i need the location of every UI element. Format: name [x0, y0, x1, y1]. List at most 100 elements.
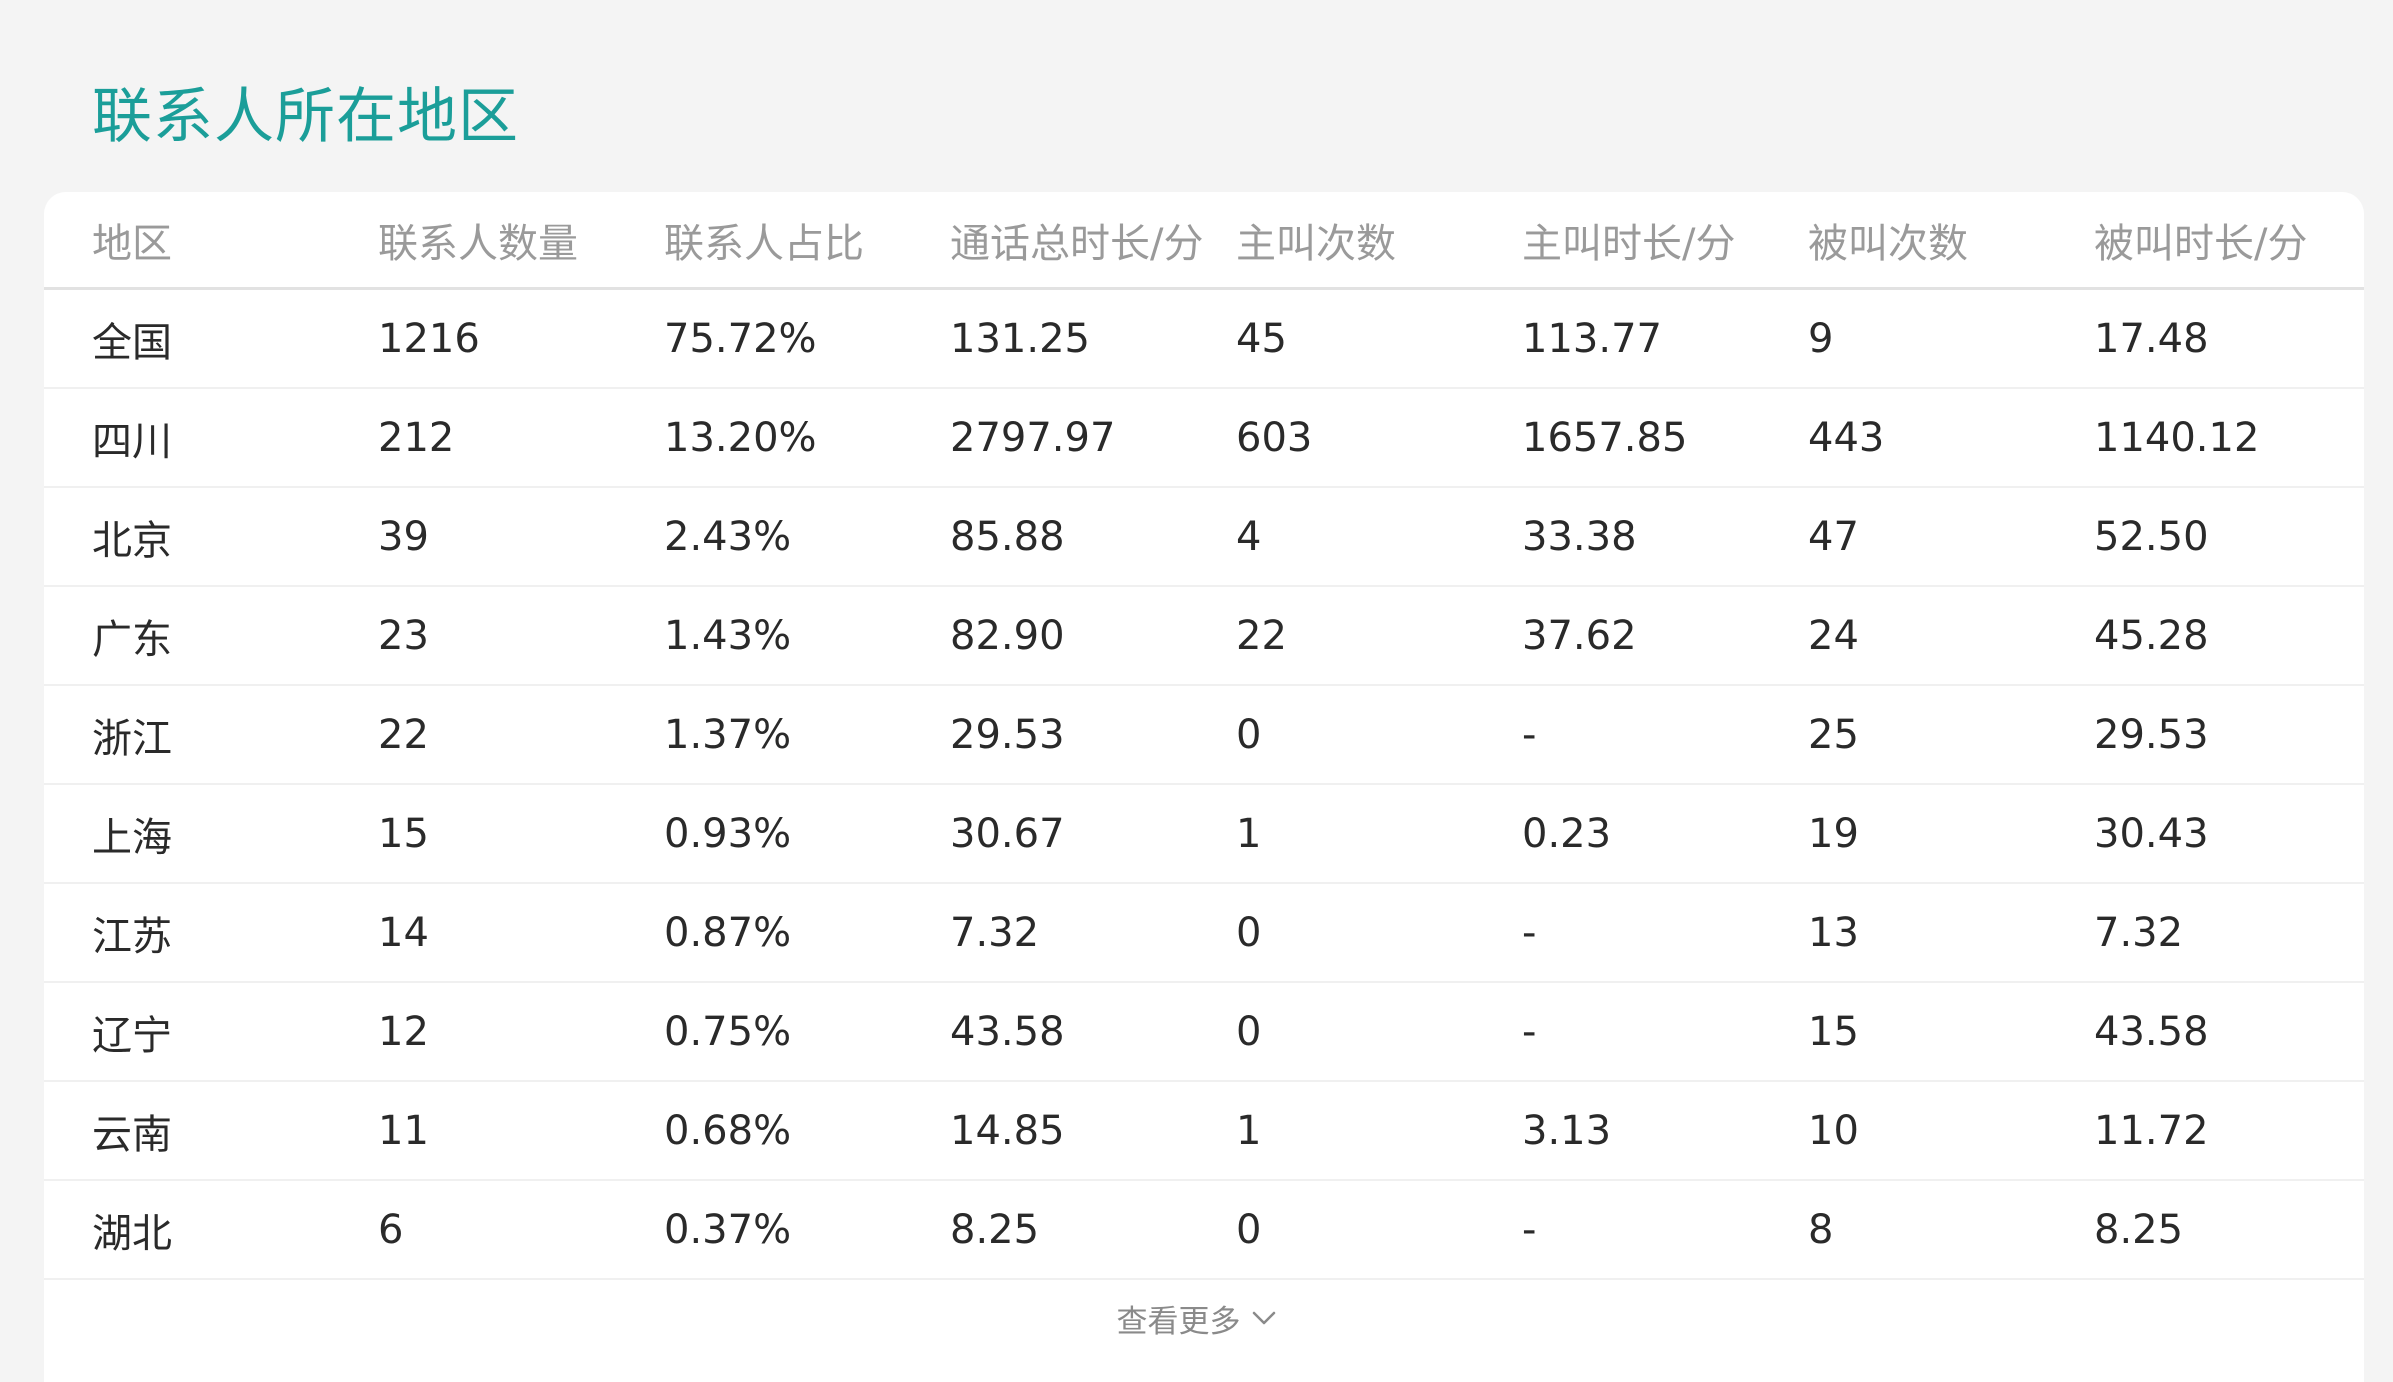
cell-outgoing-duration: -: [1522, 1008, 1537, 1055]
cell-contact-count: 39: [378, 513, 429, 560]
cell-outgoing-duration: -: [1522, 711, 1537, 758]
cell-incoming-count: 15: [1808, 1008, 1859, 1055]
cell-total-call-duration: 8.25: [950, 1206, 1040, 1253]
cell-outgoing-duration: 37.62: [1522, 612, 1637, 659]
cell-incoming-duration: 17.48: [2094, 315, 2209, 362]
cell-outgoing-duration: 0.23: [1522, 810, 1612, 857]
cell-region: 浙江: [92, 715, 172, 762]
region-table: 地区 联系人数量 联系人占比 通话总时长/分 主叫次数 主叫时长/分 被叫次数 …: [44, 192, 2364, 1382]
cell-region: 全国: [92, 319, 172, 366]
cell-incoming-count: 19: [1808, 810, 1859, 857]
column-header-region[interactable]: 地区: [92, 211, 172, 269]
column-header-incoming-duration[interactable]: 被叫时长/分: [2094, 211, 2307, 269]
cell-total-call-duration: 14.85: [950, 1107, 1065, 1154]
cell-contact-ratio: 2.43%: [664, 513, 792, 560]
cell-incoming-duration: 11.72: [2094, 1107, 2209, 1154]
cell-contact-count: 23: [378, 612, 429, 659]
table-row: 云南 11 0.68% 14.85 1 3.13 10 11.72: [44, 1082, 2364, 1181]
column-header-contact-count[interactable]: 联系人数量: [378, 211, 578, 269]
column-header-incoming-count[interactable]: 被叫次数: [1808, 211, 1968, 269]
cell-outgoing-duration: 33.38: [1522, 513, 1637, 560]
cell-total-call-duration: 82.90: [950, 612, 1065, 659]
cell-outgoing-count: 0: [1236, 909, 1262, 956]
cell-region: 湖北: [92, 1210, 172, 1257]
cell-outgoing-count: 4: [1236, 513, 1262, 560]
cell-incoming-count: 10: [1808, 1107, 1859, 1154]
cell-outgoing-count: 1: [1236, 810, 1262, 857]
cell-outgoing-count: 603: [1236, 414, 1313, 461]
cell-region: 北京: [92, 517, 172, 564]
column-header-total-call-duration[interactable]: 通话总时长/分: [950, 211, 1203, 269]
cell-region: 辽宁: [92, 1012, 172, 1059]
table-header: 地区 联系人数量 联系人占比 通话总时长/分 主叫次数 主叫时长/分 被叫次数 …: [44, 192, 2364, 290]
cell-outgoing-duration: 3.13: [1522, 1107, 1612, 1154]
cell-total-call-duration: 29.53: [950, 711, 1065, 758]
cell-outgoing-count: 45: [1236, 315, 1287, 362]
cell-region: 上海: [92, 814, 172, 861]
cell-total-call-duration: 30.67: [950, 810, 1065, 857]
chevron-down-icon: [1252, 1311, 1275, 1325]
cell-contact-ratio: 0.87%: [664, 909, 792, 956]
cell-outgoing-duration: 1657.85: [1522, 414, 1688, 461]
view-more-button[interactable]: 查看更多: [0, 1288, 2393, 1348]
table-row: 浙江 22 1.37% 29.53 0 - 25 29.53: [44, 686, 2364, 785]
page-title: 联系人所在地区: [92, 82, 519, 152]
cell-outgoing-count: 0: [1236, 1008, 1262, 1055]
table-row: 全国 1216 75.72% 131.25 45 113.77 9 17.48: [44, 290, 2364, 389]
table-row: 广东 23 1.43% 82.90 22 37.62 24 45.28: [44, 587, 2364, 686]
cell-incoming-count: 25: [1808, 711, 1859, 758]
cell-contact-ratio: 0.37%: [664, 1206, 792, 1253]
cell-region: 四川: [92, 418, 172, 465]
cell-incoming-count: 47: [1808, 513, 1859, 560]
cell-outgoing-duration: 113.77: [1522, 315, 1662, 362]
cell-outgoing-duration: -: [1522, 909, 1537, 956]
cell-contact-ratio: 75.72%: [664, 315, 817, 362]
cell-total-call-duration: 2797.97: [950, 414, 1116, 461]
cell-incoming-duration: 52.50: [2094, 513, 2209, 560]
cell-incoming-duration: 29.53: [2094, 711, 2209, 758]
cell-outgoing-count: 0: [1236, 711, 1262, 758]
cell-incoming-count: 13: [1808, 909, 1859, 956]
cell-contact-count: 1216: [378, 315, 480, 362]
table-row: 北京 39 2.43% 85.88 4 33.38 47 52.50: [44, 488, 2364, 587]
cell-incoming-count: 9: [1808, 315, 1834, 362]
cell-region: 云南: [92, 1111, 172, 1158]
cell-outgoing-count: 22: [1236, 612, 1287, 659]
cell-contact-ratio: 0.93%: [664, 810, 792, 857]
table-row: 上海 15 0.93% 30.67 1 0.23 19 30.43: [44, 785, 2364, 884]
column-header-contact-ratio[interactable]: 联系人占比: [664, 211, 864, 269]
table-row: 湖北 6 0.37% 8.25 0 - 8 8.25: [44, 1181, 2364, 1280]
cell-incoming-duration: 43.58: [2094, 1008, 2209, 1055]
cell-incoming-duration: 7.32: [2094, 909, 2184, 956]
column-header-outgoing-duration[interactable]: 主叫时长/分: [1522, 211, 1735, 269]
cell-contact-count: 11: [378, 1107, 429, 1154]
column-header-outgoing-count[interactable]: 主叫次数: [1236, 211, 1396, 269]
cell-outgoing-count: 0: [1236, 1206, 1262, 1253]
cell-outgoing-count: 1: [1236, 1107, 1262, 1154]
cell-incoming-duration: 30.43: [2094, 810, 2209, 857]
cell-contact-ratio: 1.43%: [664, 612, 792, 659]
cell-contact-count: 12: [378, 1008, 429, 1055]
view-more-label: 查看更多: [1116, 1303, 1241, 1340]
cell-incoming-count: 8: [1808, 1206, 1834, 1253]
cell-contact-count: 14: [378, 909, 429, 956]
cell-contact-ratio: 13.20%: [664, 414, 817, 461]
cell-incoming-duration: 8.25: [2094, 1206, 2184, 1253]
cell-incoming-count: 24: [1808, 612, 1859, 659]
cell-contact-ratio: 0.68%: [664, 1107, 792, 1154]
cell-total-call-duration: 7.32: [950, 909, 1040, 956]
cell-incoming-count: 443: [1808, 414, 1885, 461]
cell-outgoing-duration: -: [1522, 1206, 1537, 1253]
cell-region: 江苏: [92, 913, 172, 960]
table-row: 江苏 14 0.87% 7.32 0 - 13 7.32: [44, 884, 2364, 983]
cell-contact-count: 22: [378, 711, 429, 758]
cell-incoming-duration: 45.28: [2094, 612, 2209, 659]
table-body: 全国 1216 75.72% 131.25 45 113.77 9 17.48 四川 212 13.…: [44, 290, 2364, 1280]
cell-total-call-duration: 131.25: [950, 315, 1090, 362]
cell-contact-count: 15: [378, 810, 429, 857]
cell-total-call-duration: 43.58: [950, 1008, 1065, 1055]
cell-contact-ratio: 1.37%: [664, 711, 792, 758]
cell-total-call-duration: 85.88: [950, 513, 1065, 560]
cell-region: 广东: [92, 616, 172, 663]
cell-contact-count: 6: [378, 1206, 404, 1253]
